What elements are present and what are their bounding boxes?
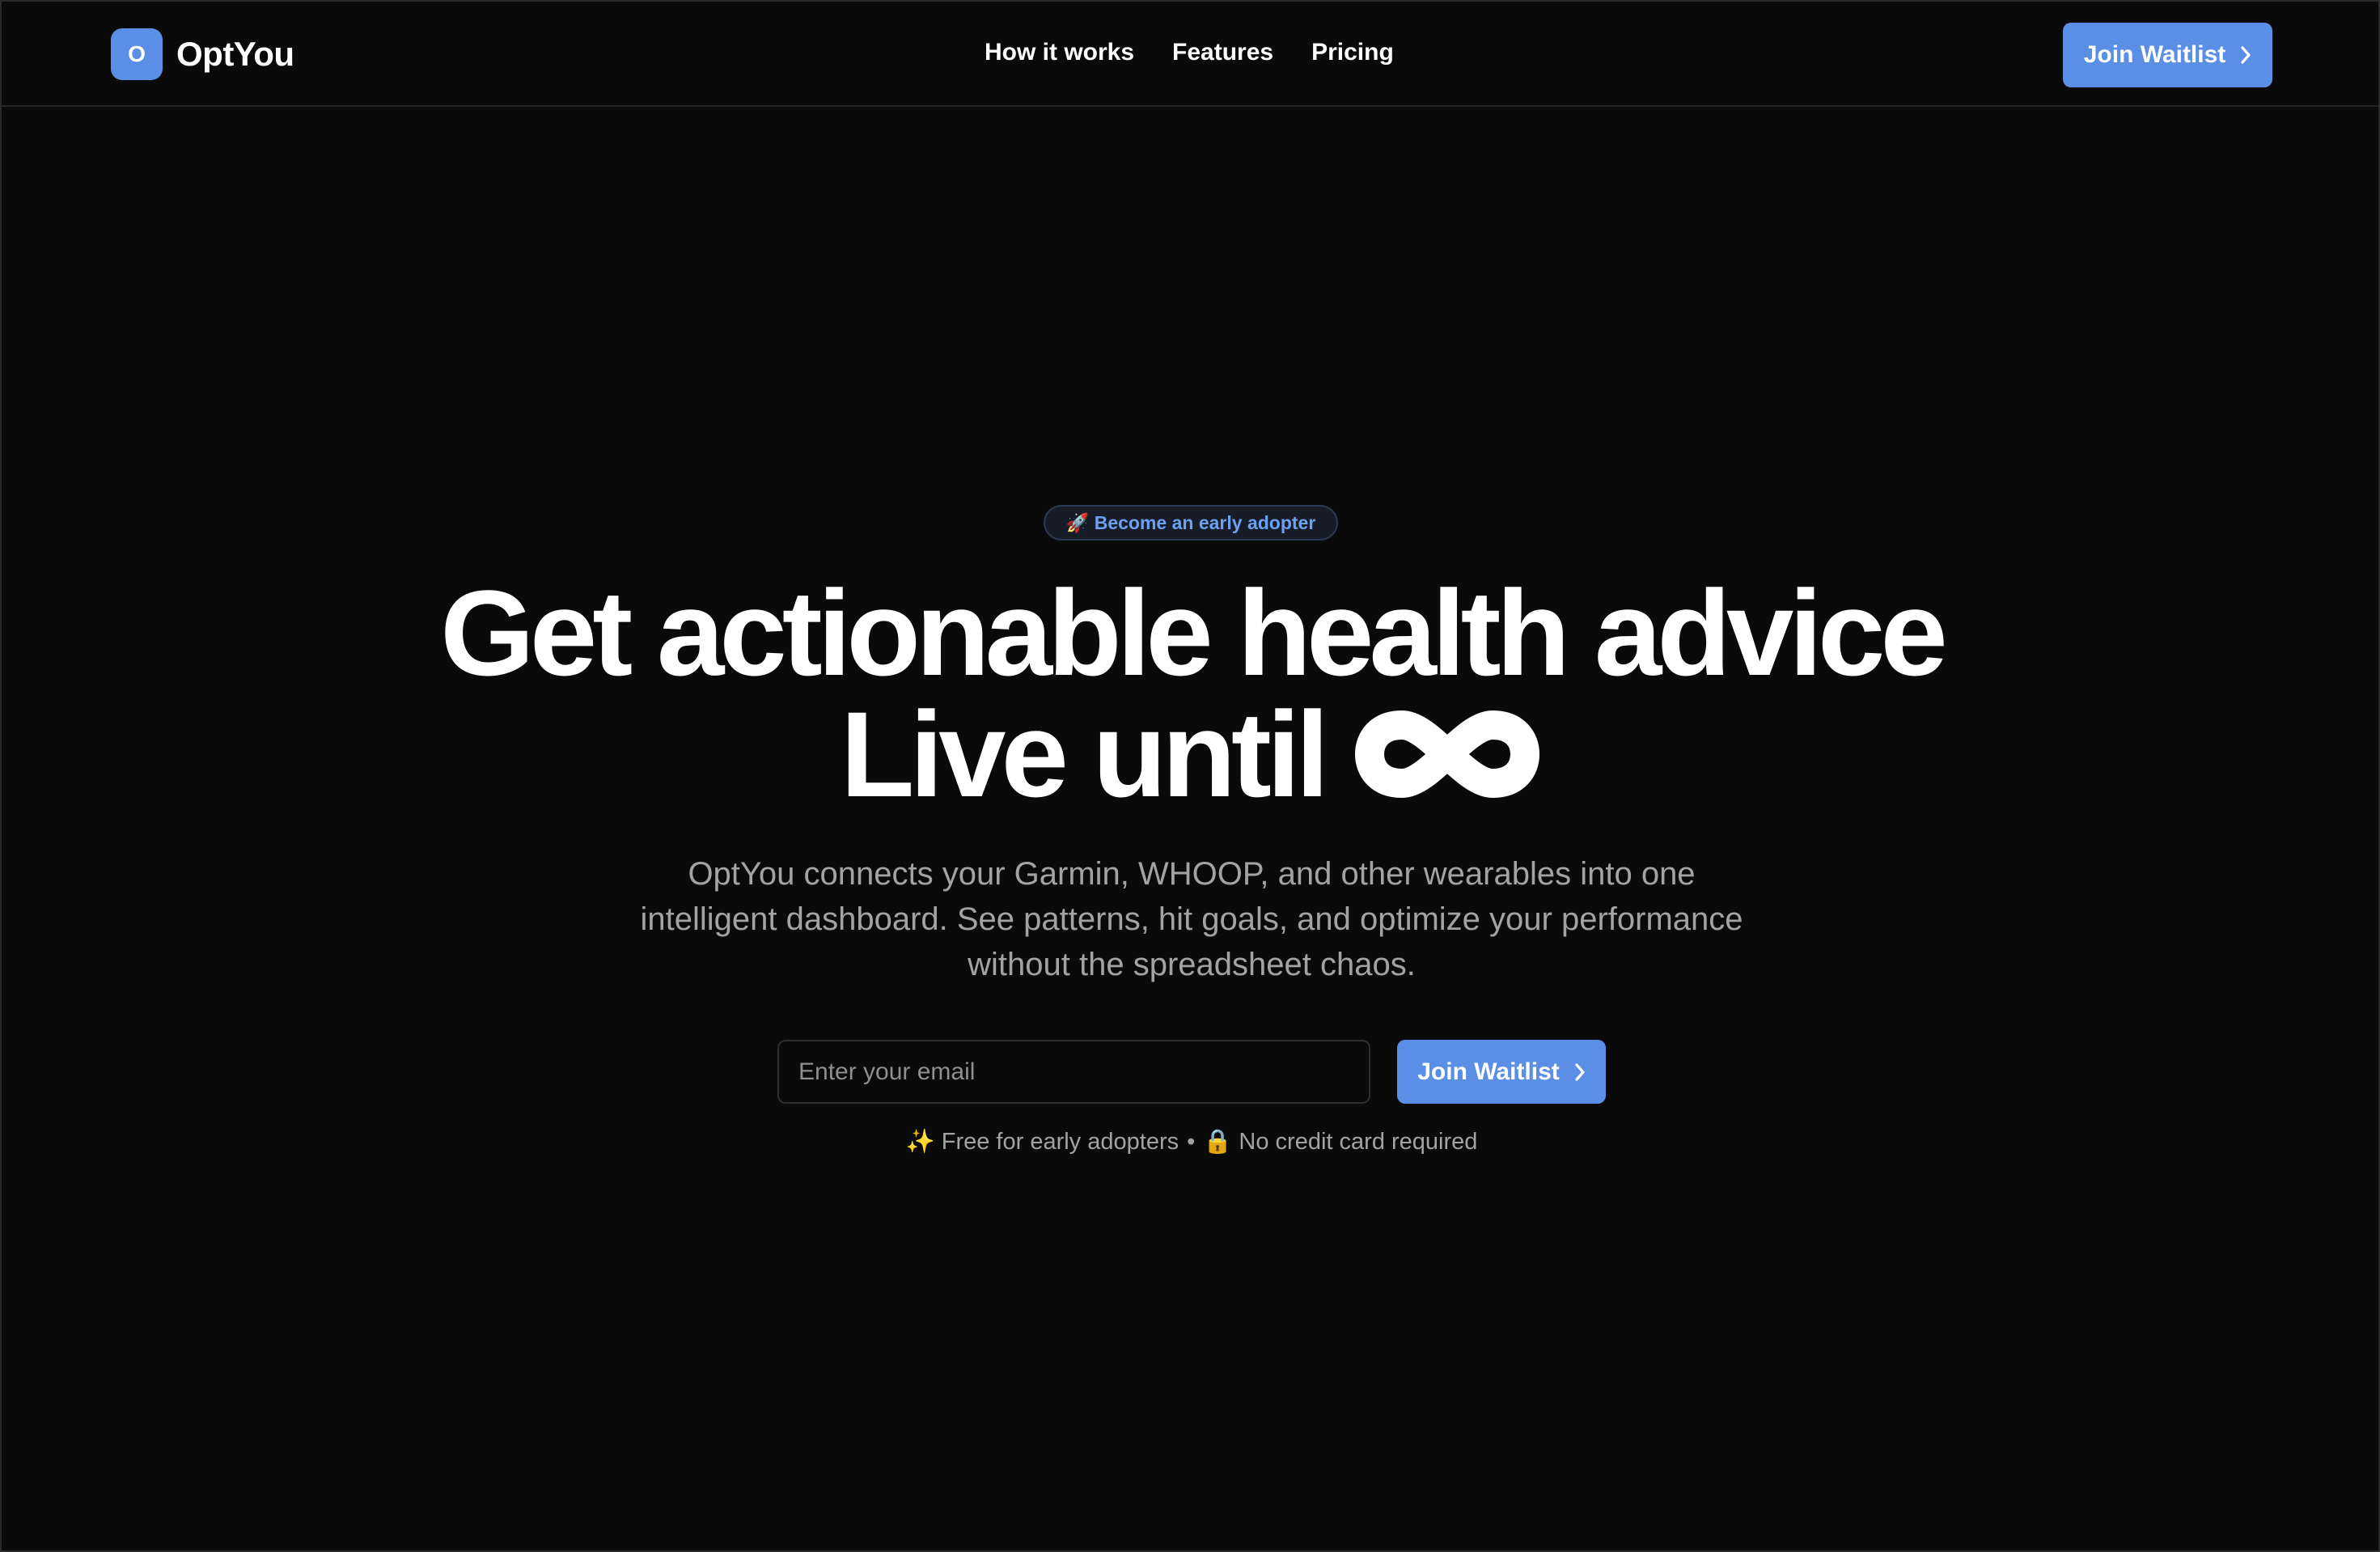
- hero-join-waitlist-button[interactable]: Join Waitlist: [1397, 1040, 1606, 1104]
- brand-name: OptYou: [176, 35, 294, 73]
- nav-features[interactable]: Features: [1172, 39, 1273, 66]
- headline-line-2-text: Live until: [840, 686, 1329, 822]
- hero-fineprint: ✨ Free for early adopters • 🔒 No credit …: [2, 1128, 2380, 1156]
- badge-text: 🚀 Become an early adopter: [1065, 511, 1316, 533]
- chevron-right-icon: [2241, 46, 2251, 64]
- page-frame: O OptYou How it works Features Pricing J…: [0, 0, 2380, 1552]
- fineprint-free: ✨ Free for early adopters: [905, 1129, 1179, 1155]
- hero-join-waitlist-label: Join Waitlist: [1417, 1058, 1560, 1085]
- headline-line-2: Live until: [841, 693, 1543, 815]
- headline-line-1: Get actionable health advice: [440, 565, 1948, 701]
- nav-pricing[interactable]: Pricing: [1311, 39, 1394, 66]
- nav-how-it-works[interactable]: How it works: [985, 39, 1134, 66]
- hero-headline: Get actionable health advice Live until: [2, 572, 2380, 815]
- fineprint-no-card: 🔒 No credit card required: [1203, 1129, 1478, 1155]
- header-join-waitlist-button[interactable]: Join Waitlist: [2063, 23, 2272, 87]
- email-input[interactable]: [777, 1040, 1370, 1104]
- chevron-right-icon: [1575, 1062, 1585, 1081]
- site-header: O OptYou How it works Features Pricing J…: [2, 2, 2380, 107]
- brand-logo-link[interactable]: O OptYou: [111, 28, 294, 80]
- early-adopter-badge: 🚀 Become an early adopter: [1044, 505, 1338, 541]
- hero-subtext: OptYou connects your Garmin, WHOOP, and …: [640, 856, 1743, 982]
- header-join-waitlist-label: Join Waitlist: [2083, 41, 2226, 68]
- brand-logo-icon: O: [111, 28, 163, 80]
- infinity-icon: [1355, 710, 1540, 798]
- main-nav: How it works Features Pricing: [985, 39, 1394, 66]
- fineprint-separator: •: [1187, 1128, 1196, 1155]
